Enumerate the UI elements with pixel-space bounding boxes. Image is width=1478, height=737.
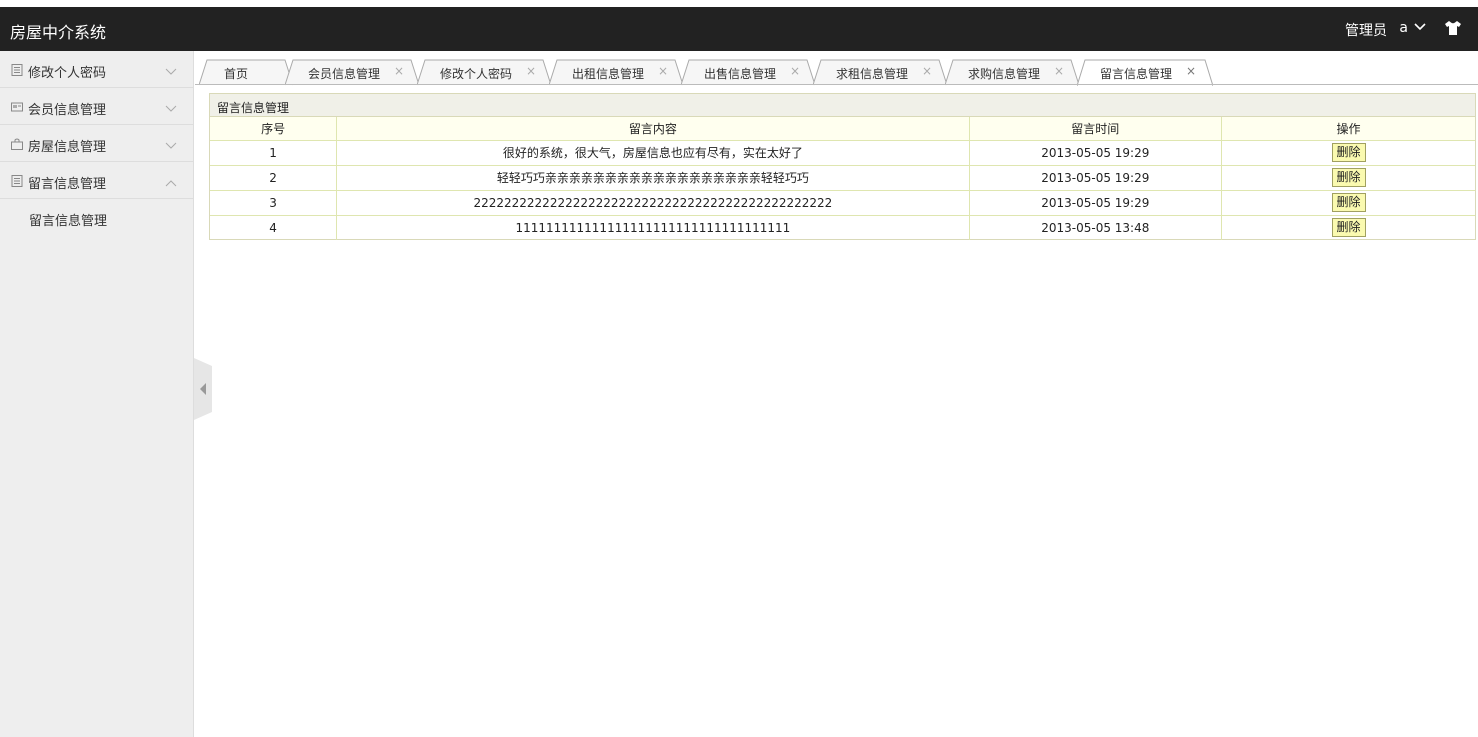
- role-label[interactable]: 管理员: [1345, 20, 1387, 40]
- sidebar-item-messages[interactable]: 留言信息管理: [0, 162, 193, 199]
- tab-bar: 首页 会员信息管理 × 修改个人密码 × 出租信息管理 × 出售信息管理 × 求…: [195, 51, 1478, 86]
- sidebar-item-label: 会员信息管理: [28, 103, 107, 118]
- table-row: 1 很好的系统，很大气，房屋信息也应有尽有，实在太好了 2013-05-05 1…: [210, 139, 1475, 166]
- cell-action: 删除: [1221, 139, 1475, 166]
- table-row: 2 轻轻巧巧亲亲亲亲亲亲亲亲亲亲亲亲亲亲亲亲亲亲轻轻巧巧 2013-05-05 …: [210, 164, 1475, 191]
- theme-shirt-icon[interactable]: [1444, 20, 1462, 36]
- tab-change-password[interactable]: 修改个人密码 ×: [417, 59, 551, 86]
- tab-buy-wanted[interactable]: 求购信息管理 ×: [945, 59, 1079, 86]
- close-icon[interactable]: ×: [1054, 64, 1064, 78]
- document-icon: [11, 64, 23, 76]
- table-header-row: 序号 留言内容 留言时间 操作: [210, 117, 1475, 141]
- tab-label: 出售信息管理: [704, 67, 777, 81]
- cell-time: 2013-05-05 13:48: [968, 214, 1223, 240]
- card-icon: [11, 101, 23, 113]
- tab-sale[interactable]: 出售信息管理 ×: [681, 59, 815, 86]
- delete-button[interactable]: 删除: [1331, 143, 1366, 162]
- top-header: 房屋中介系统 管理员 a: [0, 7, 1478, 51]
- tab-home[interactable]: 首页: [199, 59, 293, 86]
- tab-label: 会员信息管理: [308, 67, 381, 81]
- column-header-content: 留言内容: [336, 117, 970, 141]
- sidebar-subitem-label: 留言信息管理: [29, 214, 108, 229]
- tab-label: 留言信息管理: [1100, 67, 1173, 81]
- sidebar-item-houses[interactable]: 房屋信息管理: [0, 125, 193, 162]
- cell-content: 2222222222222222222222222222222222222222…: [336, 189, 970, 216]
- cell-no: 4: [210, 214, 338, 240]
- cell-action: 删除: [1221, 214, 1475, 240]
- bag-icon: [11, 138, 23, 150]
- tab-members[interactable]: 会员信息管理 ×: [285, 59, 419, 86]
- chevron-down-icon[interactable]: [1414, 21, 1426, 33]
- cell-no: 2: [210, 164, 338, 191]
- cell-content: 轻轻巧巧亲亲亲亲亲亲亲亲亲亲亲亲亲亲亲亲亲亲轻轻巧巧: [336, 164, 970, 191]
- sidebar-collapse-handle[interactable]: [194, 358, 212, 420]
- close-icon[interactable]: ×: [394, 64, 404, 78]
- tab-messages[interactable]: 留言信息管理 ×: [1077, 59, 1213, 86]
- close-icon[interactable]: ×: [526, 64, 536, 78]
- delete-button[interactable]: 删除: [1331, 193, 1366, 212]
- sidebar: 修改个人密码 会员信息管理 房屋信息管理 留言信息管理 留言信息管理: [0, 51, 194, 737]
- tab-label: 求购信息管理: [968, 67, 1041, 81]
- delete-button[interactable]: 删除: [1331, 168, 1366, 187]
- panel-title: 留言信息管理: [210, 94, 1475, 117]
- document-icon: [11, 175, 23, 187]
- tab-label: 求租信息管理: [836, 67, 909, 81]
- cell-content: 111111111111111111111111111111111111: [336, 214, 970, 240]
- messages-table: 序号 留言内容 留言时间 操作 1 很好的系统，很大气，房屋信息也应有尽有，实在…: [210, 117, 1475, 240]
- cell-action: 删除: [1221, 164, 1475, 191]
- close-icon[interactable]: ×: [1186, 64, 1196, 78]
- close-icon[interactable]: ×: [658, 64, 668, 78]
- sidebar-subitem-messages[interactable]: 留言信息管理: [0, 199, 193, 236]
- sidebar-item-label: 修改个人密码: [28, 66, 107, 81]
- close-icon[interactable]: ×: [922, 64, 932, 78]
- cell-content: 很好的系统，很大气，房屋信息也应有尽有，实在太好了: [336, 139, 970, 166]
- chevron-down-icon: [165, 65, 177, 75]
- tab-label: 出租信息管理: [572, 67, 645, 81]
- column-header-time: 留言时间: [968, 117, 1223, 141]
- cell-no: 3: [210, 189, 338, 216]
- cell-no: 1: [210, 139, 338, 166]
- sidebar-item-label: 房屋信息管理: [28, 140, 107, 155]
- cell-action: 删除: [1221, 189, 1475, 216]
- messages-panel: 留言信息管理 序号 留言内容 留言时间 操作 1 很好的系统，很大气，房屋信息也…: [209, 93, 1476, 240]
- tab-rent-wanted[interactable]: 求租信息管理 ×: [813, 59, 947, 86]
- cell-time: 2013-05-05 19:29: [968, 189, 1223, 216]
- column-header-no: 序号: [210, 117, 338, 141]
- sidebar-item-change-password[interactable]: 修改个人密码: [0, 51, 193, 88]
- tab-label: 修改个人密码: [440, 67, 513, 81]
- tab-bar-divider: [195, 84, 1478, 85]
- table-row: 3 22222222222222222222222222222222222222…: [210, 189, 1475, 216]
- sidebar-item-members[interactable]: 会员信息管理: [0, 88, 193, 125]
- delete-button[interactable]: 删除: [1331, 218, 1366, 238]
- sidebar-item-label: 留言信息管理: [28, 177, 107, 192]
- username[interactable]: a: [1399, 20, 1408, 36]
- chevron-down-icon: [165, 102, 177, 112]
- chevron-down-icon: [165, 139, 177, 149]
- app-title: 房屋中介系统: [10, 23, 107, 42]
- chevron-up-icon: [165, 176, 177, 187]
- cell-time: 2013-05-05 19:29: [968, 139, 1223, 166]
- cell-time: 2013-05-05 19:29: [968, 164, 1223, 191]
- top-strip: [0, 0, 1478, 7]
- tab-label: 首页: [224, 67, 249, 81]
- tab-rent-out[interactable]: 出租信息管理 ×: [549, 59, 683, 86]
- column-header-action: 操作: [1221, 117, 1475, 141]
- table-row: 4 111111111111111111111111111111111111 2…: [210, 214, 1475, 240]
- close-icon[interactable]: ×: [790, 64, 800, 78]
